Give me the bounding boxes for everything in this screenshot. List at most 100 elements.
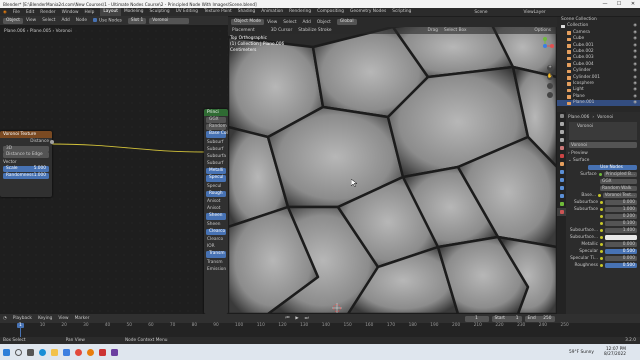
weather-widget[interactable]: 59°F Sunny: [569, 350, 594, 355]
minimize-button[interactable]: —: [598, 1, 612, 7]
property-value-field[interactable]: 1.400: [605, 227, 637, 234]
workspace-tab-uv-editing[interactable]: UV Editing: [173, 8, 201, 16]
principled-input-row[interactable]: Subsurfa: [204, 153, 228, 160]
outliner-item[interactable]: Plane.001 ◉: [557, 100, 640, 107]
menu-marker[interactable]: Marker: [75, 316, 90, 321]
property-value-field[interactable]: 0.000: [605, 241, 637, 248]
store-icon[interactable]: [62, 348, 70, 356]
particles-tab-icon[interactable]: [557, 176, 566, 184]
property-value-field[interactable]: 0.100: [605, 220, 637, 227]
current-frame-field[interactable]: 1: [464, 315, 489, 322]
material-slot-list[interactable]: Voronoi: [569, 122, 637, 140]
end-frame-field[interactable]: End 250: [524, 315, 555, 322]
menu-file[interactable]: File: [13, 10, 20, 15]
jump-start-icon[interactable]: ⏮: [285, 316, 289, 321]
modifier-tab-icon[interactable]: [557, 168, 566, 176]
preview-section[interactable]: › Preview: [566, 150, 640, 157]
property-value-field[interactable]: 0.500: [605, 248, 637, 255]
workspace-tab-layout[interactable]: Layout: [100, 8, 121, 16]
surface-section[interactable]: ⌄ Surface: [566, 157, 640, 164]
principled-input-row[interactable]: Anisot: [204, 205, 228, 212]
workspace-tab-scripting[interactable]: Scripting: [389, 8, 414, 16]
blender-taskbar-icon[interactable]: [86, 348, 94, 356]
property-value-field[interactable]: 0.500: [605, 262, 637, 269]
principled-input-row[interactable]: Specul: [206, 175, 226, 182]
menu-edit[interactable]: Edit: [26, 10, 34, 15]
node-output-distance[interactable]: Distance: [0, 138, 54, 145]
use-nodes-checkbox[interactable]: Use Nodes: [93, 17, 122, 23]
app-taskbar-icon[interactable]: [110, 348, 118, 356]
principled-input-row[interactable]: Subsurf: [204, 139, 228, 146]
slot-selector[interactable]: Slot 1: [127, 17, 147, 24]
principled-input-row[interactable]: Subsurf: [204, 160, 228, 167]
pan-icon[interactable]: ✋: [547, 74, 553, 80]
property-value-field[interactable]: [605, 234, 637, 241]
physics-tab-icon[interactable]: [557, 184, 566, 192]
play-icon[interactable]: ▶: [295, 316, 298, 321]
placement-setting[interactable]: Placement: [232, 28, 255, 33]
menu-select[interactable]: Select: [42, 18, 55, 23]
world-tab-icon[interactable]: [557, 152, 566, 160]
principled-input-row[interactable]: IOR: [204, 243, 228, 250]
feature-dropdown[interactable]: Distance to Edge: [3, 152, 49, 158]
options-menu[interactable]: Options: [534, 28, 551, 33]
menu-window[interactable]: Window: [62, 10, 79, 15]
base-color-link[interactable]: Voronoi Text...: [602, 192, 637, 199]
node-editor-canvas[interactable]: Plane.006 › Plane.005 › Voronoi Voronoi …: [0, 27, 228, 314]
blender-logo-icon[interactable]: ◉: [3, 10, 7, 15]
jump-end-icon[interactable]: ⏭: [305, 316, 309, 321]
voronoi-texture-node[interactable]: Voronoi Texture Distance 3D Distance to …: [0, 131, 54, 197]
data-tab-icon[interactable]: [557, 200, 566, 208]
stabilize-stroke-setting[interactable]: Stabilize Stroke: [298, 28, 331, 33]
workspace-tab-rendering[interactable]: Rendering: [286, 8, 314, 16]
principled-input-row[interactable]: Clearco: [206, 228, 226, 235]
mode-selector[interactable]: Object Mode: [231, 19, 265, 25]
menu-playback[interactable]: Playback: [13, 316, 32, 321]
property-value-field[interactable]: 1.000: [605, 206, 637, 213]
principled-input-row[interactable]: Transm: [204, 259, 228, 266]
chrome-icon[interactable]: [74, 348, 82, 356]
menu-view[interactable]: View: [26, 18, 36, 23]
material-datablock-selector[interactable]: Voronoi: [569, 142, 637, 148]
node-header[interactable]: Voronoi Texture: [0, 131, 52, 138]
close-button[interactable]: ✕: [626, 1, 640, 7]
menu-keying[interactable]: Keying: [38, 316, 52, 321]
output-socket[interactable]: [50, 139, 54, 144]
task-view-icon[interactable]: [26, 348, 34, 356]
workspace-tab-texture-paint[interactable]: Texture Paint: [201, 8, 235, 16]
principled-input-row[interactable]: Sheen: [206, 213, 226, 220]
principled-input-row[interactable]: GGX: [206, 117, 226, 123]
maximize-button[interactable]: ☐: [612, 1, 626, 7]
workspace-tab-compositing[interactable]: Compositing: [314, 8, 347, 16]
orthographic-toggle-icon[interactable]: [547, 92, 553, 98]
timeline-ruler[interactable]: 0102030405060708090100110120130140150160…: [0, 323, 640, 328]
output-tab-icon[interactable]: [557, 128, 566, 136]
material-selector[interactable]: Voronoi: [149, 17, 190, 24]
principled-input-row[interactable]: Transm: [206, 251, 226, 258]
dimensions-dropdown[interactable]: 3D: [3, 145, 49, 152]
visibility-eye-icon[interactable]: ◉: [633, 100, 637, 106]
principled-input-row[interactable]: Subsurf: [204, 146, 228, 153]
start-frame-field[interactable]: Start 1: [491, 315, 522, 322]
navigation-gizmo-icon[interactable]: [536, 37, 554, 55]
workspace-tab-geometry-nodes[interactable]: Geometry Nodes: [347, 8, 389, 16]
view-layer-selector[interactable]: ViewLayer: [523, 10, 545, 15]
workspace-tab-shading[interactable]: Shading: [235, 8, 258, 16]
menu-add[interactable]: Add: [303, 20, 311, 25]
principled-input-row[interactable]: Sheen: [204, 221, 228, 228]
material-tab-icon[interactable]: [557, 208, 566, 216]
edge-icon[interactable]: [38, 348, 46, 356]
subsurface-method-dropdown[interactable]: Random Walk: [600, 185, 637, 192]
property-value-field[interactable]: 0.200: [605, 213, 637, 220]
tool-tab-icon[interactable]: [557, 112, 566, 120]
timeline-area[interactable]: 0102030405060708090100110120130140150160…: [0, 323, 640, 337]
3d-cursor-setting[interactable]: 3D Cursor: [271, 28, 293, 33]
zoom-icon[interactable]: +: [547, 65, 553, 71]
material-slot-item[interactable]: Voronoi: [577, 123, 593, 130]
principled-input-row[interactable]: Metalli: [206, 167, 226, 174]
3d-viewport[interactable]: Object Mode View Select Add Object Globa…: [228, 17, 557, 314]
menu-view[interactable]: View: [267, 20, 277, 25]
principled-input-row[interactable]: Anisot: [204, 198, 228, 205]
view-layer-tab-icon[interactable]: [557, 136, 566, 144]
search-icon[interactable]: [14, 348, 22, 356]
